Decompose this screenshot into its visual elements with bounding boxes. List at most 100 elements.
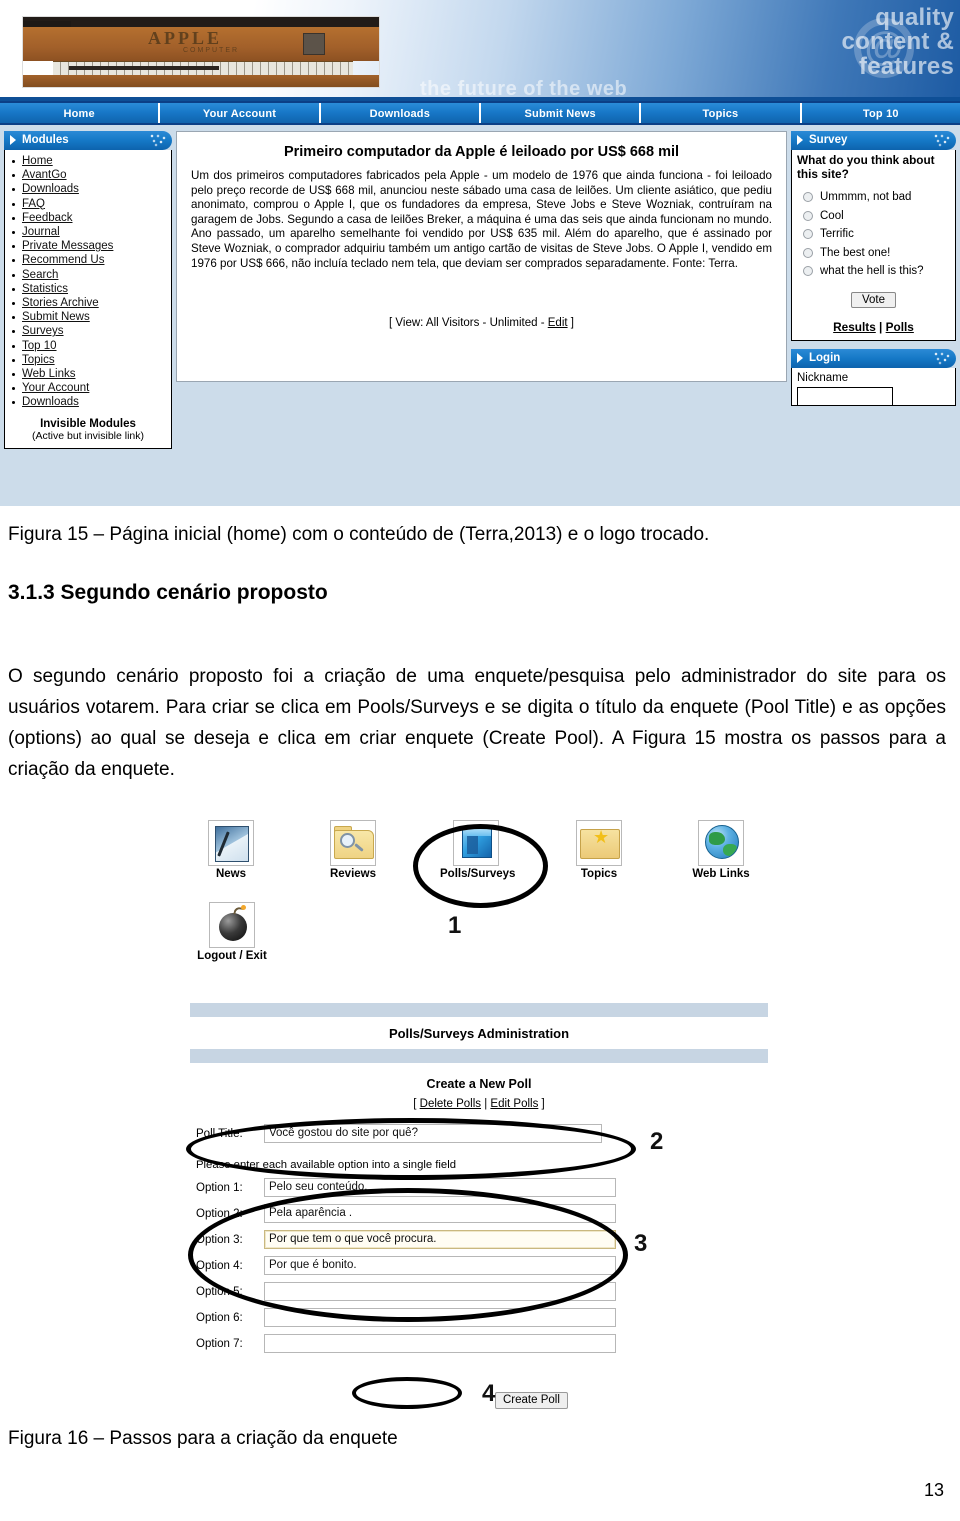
survey-option-row[interactable]: what the hell is this? (803, 265, 950, 278)
decorative-dots-icon (934, 134, 950, 147)
apple-photo-logo-text: APPLE (148, 28, 223, 48)
list-item[interactable]: Search (12, 268, 166, 282)
list-item[interactable]: Statistics (12, 282, 166, 296)
nav-item-top-10[interactable]: Top 10 (802, 103, 960, 123)
poll-option-row: Option 3: Por que tem o que você procura… (190, 1230, 768, 1249)
module-link[interactable]: Submit News (22, 311, 90, 323)
links-separator: | (481, 1098, 491, 1110)
option-input[interactable] (264, 1308, 616, 1327)
nav-item-home[interactable]: Home (0, 103, 161, 123)
admin-icon-news[interactable]: News (196, 820, 266, 880)
list-item[interactable]: AvantGo (12, 168, 166, 182)
radio-button-icon[interactable] (803, 247, 813, 258)
admin-icon-logout[interactable]: Logout / Exit (196, 902, 268, 962)
list-item[interactable]: Topics (12, 353, 166, 367)
module-link[interactable]: Downloads (22, 183, 79, 195)
module-link[interactable]: Topics (22, 354, 55, 366)
admin-icon-topics[interactable]: Topics (564, 820, 634, 880)
list-item[interactable]: Downloads (12, 182, 166, 196)
nav-item-downloads[interactable]: Downloads (321, 103, 481, 123)
survey-option-row[interactable]: Terrific (803, 228, 950, 241)
survey-option-row[interactable]: Ummmm, not bad (803, 191, 950, 204)
module-link[interactable]: Downloads (22, 396, 79, 408)
list-item[interactable]: Home (12, 154, 166, 168)
radio-button-icon[interactable] (803, 266, 813, 276)
edit-link[interactable]: Edit (548, 317, 568, 329)
poll-option-row: Option 6: (190, 1308, 768, 1327)
module-link[interactable]: Surveys (22, 325, 64, 337)
module-link[interactable]: Web Links (22, 368, 75, 380)
option-input[interactable] (264, 1282, 616, 1301)
banner-quality-line2: content & (841, 28, 954, 56)
list-item[interactable]: Recommend Us (12, 253, 166, 267)
radio-button-icon[interactable] (803, 229, 813, 239)
article-body: Um dos primeiros computadores fabricados… (191, 169, 772, 270)
login-block-header: Login (791, 349, 956, 368)
module-link[interactable]: Your Account (22, 382, 89, 394)
admin-bottom-bar (190, 1049, 768, 1063)
module-link[interactable]: AvantGo (22, 169, 67, 181)
module-link[interactable]: Private Messages (22, 240, 113, 252)
option-label: Option 7: (196, 1337, 243, 1350)
poll-title-input[interactable]: Você gostou do site por quê? (264, 1124, 602, 1143)
module-link[interactable]: FAQ (22, 198, 45, 210)
poll-title-label: Poll Title: (196, 1127, 243, 1140)
module-link[interactable]: Feedback (22, 212, 73, 224)
annotation-marker-4: 4 (482, 1380, 496, 1407)
list-item[interactable]: Web Links (12, 367, 166, 381)
list-item[interactable]: Stories Archive (12, 296, 166, 310)
edit-polls-link[interactable]: Edit Polls (490, 1098, 538, 1110)
results-link[interactable]: Results (833, 320, 876, 334)
module-link[interactable]: Stories Archive (22, 297, 99, 309)
banner-tagline: the future of the web (420, 78, 628, 100)
invisible-modules-subtitle: (Active but invisible link) (31, 429, 145, 442)
module-link[interactable]: Home (22, 155, 53, 167)
topics-icon[interactable] (576, 820, 622, 866)
create-poll-button[interactable]: Create Poll (495, 1391, 568, 1409)
list-item[interactable]: Submit News (12, 310, 166, 324)
admin-icon-polls-surveys[interactable]: Polls/Surveys (440, 820, 515, 880)
survey-block-header: Survey (791, 131, 956, 150)
module-link[interactable]: Search (22, 269, 58, 281)
option-input[interactable] (264, 1334, 616, 1353)
list-item[interactable]: Surveys (12, 324, 166, 338)
radio-button-icon[interactable] (803, 192, 813, 202)
option-input[interactable]: Pela aparência . (264, 1204, 616, 1223)
list-item[interactable]: Private Messages (12, 239, 166, 253)
polls-surveys-icon[interactable] (453, 820, 499, 866)
survey-option-row[interactable]: The best one! (803, 247, 950, 260)
option-input[interactable]: Pelo seu conteúdo. (264, 1178, 616, 1197)
module-link[interactable]: Recommend Us (22, 254, 104, 266)
nav-item-submit-news[interactable]: Submit News (481, 103, 642, 123)
admin-icon-reviews[interactable]: Reviews (318, 820, 388, 880)
radio-button-icon[interactable] (803, 210, 813, 221)
nickname-input[interactable] (797, 387, 893, 406)
survey-option-label: Terrific (820, 228, 854, 240)
admin-icon-web-links[interactable]: Web Links (686, 820, 756, 880)
list-item[interactable]: Feedback (12, 211, 166, 225)
nav-item-your-account[interactable]: Your Account (160, 103, 321, 123)
main-navigation-bar[interactable]: Home Your Account Downloads Submit News … (0, 103, 960, 125)
list-item[interactable]: Downloads (12, 395, 166, 409)
admin-top-bar (190, 1003, 768, 1017)
nav-item-topics[interactable]: Topics (641, 103, 802, 123)
survey-option-row[interactable]: Cool (803, 210, 950, 223)
list-item[interactable]: FAQ (12, 197, 166, 211)
vote-button[interactable]: Vote (850, 292, 897, 308)
news-icon[interactable] (208, 820, 254, 866)
list-item[interactable]: Journal (12, 225, 166, 239)
list-item[interactable]: Top 10 (12, 339, 166, 353)
polls-link[interactable]: Polls (886, 320, 914, 334)
list-item[interactable]: Your Account (12, 381, 166, 395)
option-input[interactable]: Por que é bonito. (264, 1256, 616, 1275)
logout-icon[interactable] (209, 902, 255, 948)
option-input[interactable]: Por que tem o que você procura. (264, 1230, 616, 1249)
reviews-icon[interactable] (330, 820, 376, 866)
web-links-icon[interactable] (698, 820, 744, 866)
module-link[interactable]: Statistics (22, 283, 68, 295)
delete-polls-link[interactable]: Delete Polls (420, 1098, 481, 1110)
module-link[interactable]: Journal (22, 226, 60, 238)
survey-option-label: what the hell is this? (820, 265, 924, 277)
annotation-ellipse-4 (352, 1377, 462, 1409)
module-link[interactable]: Top 10 (22, 340, 57, 352)
